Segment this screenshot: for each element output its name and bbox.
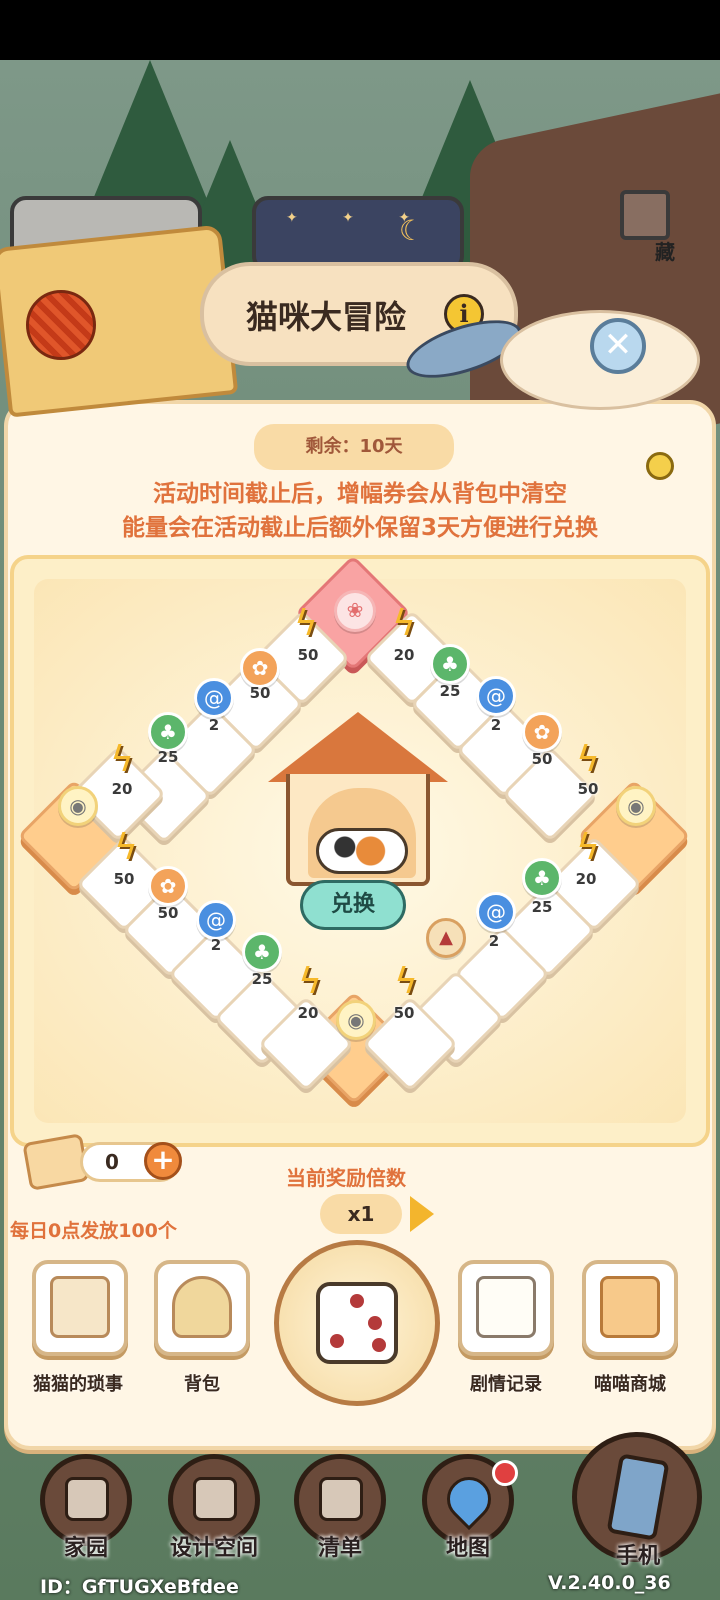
paw-icon: ❀ xyxy=(334,590,376,632)
tile-value: 2 xyxy=(208,716,220,734)
tile-value: 20 xyxy=(393,646,415,664)
dice-pip xyxy=(368,1316,382,1330)
cat-house[interactable] xyxy=(268,712,448,887)
feature-cat-chores-label: 猫猫的琐事 xyxy=(33,1374,123,1395)
sleeping-cat-icon xyxy=(316,828,408,874)
notice-line-1: 活动时间截止后，增幅券会从背包中清空 xyxy=(153,481,567,507)
energy-bolt-icon: ϟ xyxy=(298,961,322,1002)
remaining-days: 剩余：10天 xyxy=(254,424,454,470)
energy-bolt-icon: ϟ xyxy=(576,739,600,780)
dice-pip xyxy=(330,1334,344,1348)
tile-value: 25 xyxy=(251,970,273,988)
daily-note: 每日0点发放100个 xyxy=(10,1220,177,1242)
feature-backpack-label: 背包 xyxy=(184,1374,220,1395)
blue-swirl-icon: @ xyxy=(476,892,516,932)
tile-value: 25 xyxy=(439,682,461,700)
clover-icon: ♣ xyxy=(242,932,282,972)
map-pin-icon xyxy=(437,1467,501,1531)
energy-bolt-icon: ϟ xyxy=(394,961,418,1002)
status-bar xyxy=(0,0,720,60)
player-cat-piece-icon: ▲ xyxy=(426,918,466,958)
nav-design-label: 设计空间 xyxy=(169,1536,258,1561)
tile-value: 2 xyxy=(210,936,222,954)
nav-home-label: 家园 xyxy=(63,1536,108,1561)
cat-food-can-icon: ◉ xyxy=(58,786,98,826)
collect-label: 藏 xyxy=(655,240,675,264)
orange-token-icon: ✿ xyxy=(240,648,280,688)
energy-bolt-icon: ϟ xyxy=(294,603,318,644)
checklist-icon xyxy=(319,1477,363,1521)
nav-map-label: 地图 xyxy=(445,1536,490,1561)
energy-bolt-icon: ϟ xyxy=(110,739,134,780)
user-id: ID：GfTUGXeBfdee xyxy=(40,1576,239,1598)
clover-icon: ♣ xyxy=(148,712,188,752)
tile-value: 50 xyxy=(577,780,599,798)
house-body xyxy=(286,774,430,886)
clover-icon: ♣ xyxy=(430,644,470,684)
collect-icon[interactable] xyxy=(620,190,670,240)
energy-bolt-icon: ϟ xyxy=(392,603,416,644)
clover-icon: ♣ xyxy=(522,858,562,898)
feature-story-record-label: 剧情记录 xyxy=(470,1374,542,1395)
moon-icon: ☾ xyxy=(398,214,424,247)
blue-swirl-icon: @ xyxy=(476,676,516,716)
backpack-icon xyxy=(172,1276,232,1338)
feature-cat-chores-button[interactable] xyxy=(32,1260,128,1356)
tile-value: 50 xyxy=(157,904,179,922)
tile-value: 50 xyxy=(531,750,553,768)
ticket-count: 0 xyxy=(105,1150,119,1174)
feature-backpack-button[interactable] xyxy=(154,1260,250,1356)
tile-value: 2 xyxy=(488,932,500,950)
cat-food-can-icon: ◉ xyxy=(336,1000,376,1040)
energy-bolt-icon: ϟ xyxy=(114,827,138,868)
notification-badge xyxy=(492,1460,518,1486)
tile-value: 50 xyxy=(249,684,271,702)
feature-shop-label: 喵喵商城 xyxy=(594,1374,666,1395)
tile-value: 50 xyxy=(297,646,319,664)
house-roof xyxy=(268,712,448,782)
notice-line-2: 能量会在活动截止后额外保留3天方便进行兑换 xyxy=(121,515,598,541)
phone-icon xyxy=(606,1453,670,1541)
exchange-button[interactable]: 兑换 xyxy=(300,880,406,930)
tile-value: 20 xyxy=(297,1004,319,1022)
feature-shop-button[interactable] xyxy=(582,1260,678,1356)
tile-value: 25 xyxy=(531,898,553,916)
version-label: V.2.40.0_36 xyxy=(548,1572,671,1594)
tile-value: 2 xyxy=(490,716,502,734)
add-ticket-button[interactable]: + xyxy=(144,1142,182,1180)
orange-token-icon: ✿ xyxy=(522,712,562,752)
house-door xyxy=(308,788,416,878)
tab-night[interactable]: ✦ ✦ ✦ ☾ xyxy=(252,196,464,272)
nav-phone-label: 手机 xyxy=(615,1544,660,1569)
story-record-icon xyxy=(476,1276,536,1338)
home-icon xyxy=(65,1477,109,1521)
energy-bolt-icon: ϟ xyxy=(576,827,600,868)
feature-story-record-button[interactable] xyxy=(458,1260,554,1356)
multiplier-value: x1 xyxy=(320,1194,402,1234)
dice-icon[interactable] xyxy=(316,1282,398,1364)
yarn-ball-icon xyxy=(26,290,96,360)
event-title: 猫咪大冒险 xyxy=(246,298,407,336)
cat-food-can-icon: ◉ xyxy=(616,786,656,826)
tile-value: 50 xyxy=(393,1004,415,1022)
orange-token-icon: ✿ xyxy=(148,866,188,906)
shop-icon xyxy=(600,1276,660,1338)
nav-checklist-label: 清单 xyxy=(317,1536,362,1561)
dice-pip xyxy=(372,1338,386,1352)
multiplier-label: 当前奖励倍数 xyxy=(286,1166,406,1190)
dice-pip xyxy=(350,1294,364,1308)
tile-value: 20 xyxy=(575,870,597,888)
tile-value: 20 xyxy=(111,780,133,798)
tile-value: 25 xyxy=(157,748,179,766)
close-button[interactable]: ✕ xyxy=(590,318,646,374)
blue-swirl-icon: @ xyxy=(196,900,236,940)
notebook-quill-icon xyxy=(50,1276,110,1338)
tile-value: 50 xyxy=(113,870,135,888)
multiplier-next-button[interactable] xyxy=(410,1196,434,1232)
blue-swirl-icon: @ xyxy=(194,678,234,718)
design-ruler-icon xyxy=(193,1477,237,1521)
